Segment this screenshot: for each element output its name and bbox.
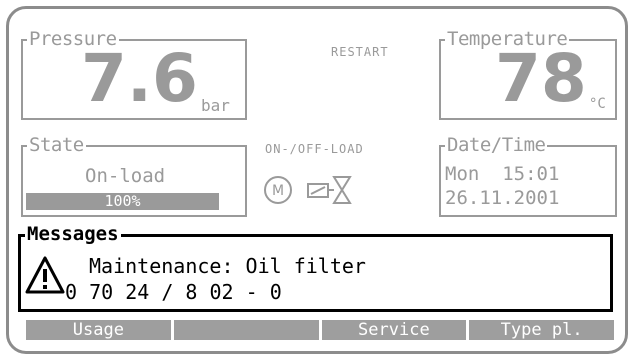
datetime-day-time: Mon 15:01 <box>445 163 560 185</box>
load-valve-icon <box>306 173 356 207</box>
message-line-1: Maintenance: Oil filter <box>89 254 366 278</box>
datetime-title: Date/Time <box>445 134 548 156</box>
messages-title: Messages <box>25 223 121 245</box>
warning-icon <box>25 255 65 295</box>
restart-label: RESTART <box>331 45 389 59</box>
load-percent: 100% <box>104 192 141 210</box>
temperature-unit: °C <box>589 96 606 112</box>
softkey-usage[interactable]: Usage <box>26 320 171 340</box>
temperature-value: 78 <box>495 40 587 117</box>
pressure-unit: bar <box>201 96 230 115</box>
softkey-service[interactable]: Service <box>321 320 467 340</box>
temperature-panel: Temperature 78 °C <box>439 28 617 120</box>
softkey-empty[interactable] <box>173 320 319 340</box>
pressure-value: 7.6 <box>81 40 198 117</box>
state-value: On-load <box>85 165 166 187</box>
softkey-bar: Usage Service Type pl. <box>26 320 614 340</box>
pressure-panel: Pressure 7.6 bar <box>21 28 247 120</box>
state-title: State <box>27 134 86 156</box>
svg-text:M: M <box>272 183 284 199</box>
message-line-2: 0 70 24 / 8 02 - 0 <box>65 280 282 304</box>
state-panel: State On-load 100% <box>21 134 247 217</box>
messages-panel: Messages Maintenance: Oil filter 0 70 24… <box>18 223 613 312</box>
motor-icon: M <box>263 175 293 205</box>
datetime-panel: Date/Time Mon 15:01 26.11.2001 <box>439 134 617 217</box>
mode-label: ON-/OFF-LOAD <box>265 142 364 156</box>
softkey-type-plate[interactable]: Type pl. <box>469 320 614 340</box>
load-bar: 100% <box>26 193 219 210</box>
datetime-date: 26.11.2001 <box>445 187 560 209</box>
